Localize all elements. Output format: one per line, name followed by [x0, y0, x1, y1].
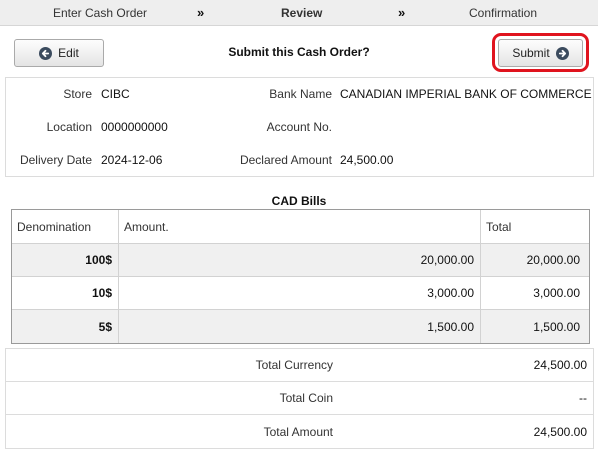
- table-row: 5$ 1,500.00 1,500.00: [12, 310, 589, 343]
- total-amount-label: Total Amount: [263, 424, 333, 439]
- column-header-total: Total: [486, 219, 512, 234]
- step-review: Review: [281, 6, 323, 20]
- table-header-row: Denomination Amount. Total: [12, 210, 589, 244]
- bank-name-value: CANADIAN IMPERIAL BANK OF COMMERCE: [340, 87, 592, 101]
- total-currency-value: 24,500.00: [533, 358, 587, 372]
- total-cell: 3,000.00: [533, 286, 580, 300]
- declared-amount-value: 24,500.00: [340, 153, 394, 167]
- bills-section-title: CAD Bills: [271, 194, 327, 208]
- denomination-cell: 10$: [12, 277, 119, 309]
- submit-button-label: Submit: [512, 46, 550, 60]
- amount-cell: 3,000.00: [119, 277, 481, 309]
- total-currency-row: Total Currency 24,500.00: [6, 349, 593, 382]
- column-header-amount: Amount.: [119, 210, 481, 243]
- step-enter-cash-order: Enter Cash Order: [53, 6, 148, 20]
- total-coin-row: Total Coin --: [6, 382, 593, 415]
- store-value: CIBC: [101, 87, 130, 101]
- amount-cell: 1,500.00: [119, 310, 481, 343]
- total-coin-label: Total Coin: [279, 391, 333, 405]
- amount-cell: 20,000.00: [119, 244, 481, 276]
- step-separator: »: [398, 5, 406, 20]
- denomination-cell: 100$: [12, 244, 119, 276]
- bills-table: Denomination Amount. Total 100$ 20,000.0…: [11, 209, 590, 344]
- total-amount-row: Total Amount 24,500.00: [6, 415, 593, 448]
- total-cell: 1,500.00: [533, 319, 580, 334]
- step-confirmation: Confirmation: [469, 6, 538, 20]
- account-no-label: Account No.: [266, 120, 332, 134]
- store-label: Store: [63, 87, 92, 101]
- table-row: 10$ 3,000.00 3,000.00: [12, 277, 589, 310]
- declared-amount-label: Declared Amount: [239, 153, 332, 167]
- bank-name-label: Bank Name: [269, 87, 332, 101]
- submit-button[interactable]: Submit: [498, 39, 583, 67]
- total-currency-label: Total Currency: [255, 358, 333, 372]
- location-label: Location: [46, 120, 92, 134]
- delivery-date-value: 2024-12-06: [101, 153, 163, 167]
- totals-panel: Total Currency 24,500.00 Total Coin -- T…: [5, 348, 594, 449]
- total-amount-value: 24,500.00: [533, 424, 587, 439]
- wizard-stepper: Enter Cash Order » Review » Confirmation: [0, 0, 598, 26]
- delivery-date-label: Delivery Date: [19, 153, 92, 167]
- table-row: 100$ 20,000.00 20,000.00: [12, 244, 589, 277]
- arrow-right-circle-icon: [555, 46, 569, 60]
- column-header-denomination: Denomination: [12, 210, 119, 243]
- location-value: 0000000000: [101, 120, 168, 134]
- step-separator: »: [197, 5, 205, 20]
- denomination-cell: 5$: [12, 310, 119, 343]
- total-coin-value: --: [579, 391, 587, 405]
- total-cell: 20,000.00: [526, 253, 580, 267]
